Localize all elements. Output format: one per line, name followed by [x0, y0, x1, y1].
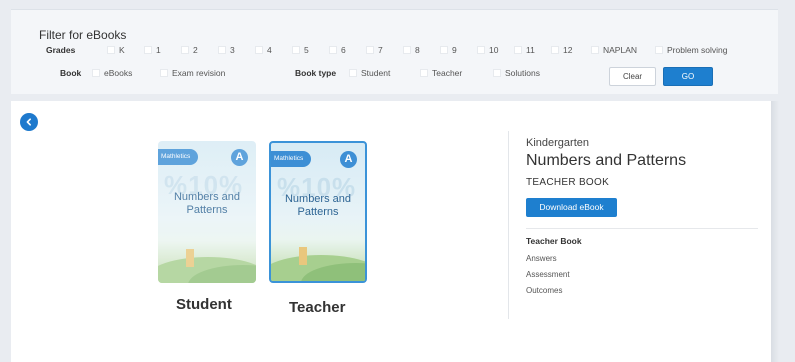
mathletics-logo: Mathletics	[271, 151, 311, 167]
grade-checkbox-problem-solving[interactable]: Problem solving	[655, 45, 727, 55]
grades-row: Grades K 1 2 3 4 5 6 7 8 9 10 11 12 NAPL…	[11, 45, 727, 55]
grade-checkbox-8[interactable]: 8	[403, 45, 440, 55]
grade-checkbox-9[interactable]: 9	[440, 45, 477, 55]
assessment-link[interactable]: Assessment	[526, 270, 570, 279]
grades-label: Grades	[46, 45, 76, 55]
back-button[interactable]	[20, 113, 38, 131]
outcomes-link[interactable]: Outcomes	[526, 286, 562, 295]
section-title: Teacher Book	[526, 236, 582, 246]
book-checkbox-ebooks[interactable]: eBooks	[92, 68, 160, 78]
grade-checkbox-5[interactable]: 5	[292, 45, 329, 55]
grade-checkbox-2[interactable]: 2	[181, 45, 218, 55]
answers-link[interactable]: Answers	[526, 254, 557, 263]
clear-button[interactable]: Clear	[609, 67, 656, 86]
panel-shadow	[771, 101, 779, 362]
filter-panel: Filter for eBooks Grades K 1 2 3 4 5 6 7…	[11, 9, 778, 94]
grade-checkbox-11[interactable]: 11	[514, 45, 551, 55]
book-type-checkbox-teacher[interactable]: Teacher	[420, 68, 493, 78]
grade-checkbox-1[interactable]: 1	[144, 45, 181, 55]
go-button[interactable]: GO	[663, 67, 713, 86]
filter-title: Filter for eBooks	[39, 28, 127, 42]
download-ebook-button[interactable]: Download eBook	[526, 198, 617, 217]
level-badge: A	[340, 151, 357, 168]
grade-checkbox-10[interactable]: 10	[477, 45, 514, 55]
cover-tower-illustration	[299, 247, 307, 265]
cover-title: Numbers and Patterns	[173, 191, 241, 216]
book-type: TEACHER BOOK	[526, 177, 610, 188]
grade-checkbox-naplan[interactable]: NAPLAN	[591, 45, 655, 55]
level-badge: A	[231, 149, 248, 166]
horizontal-divider	[526, 228, 758, 229]
book-grade: Kindergarten	[526, 137, 589, 149]
grade-checkbox-7[interactable]: 7	[366, 45, 403, 55]
book-type-label: Book type	[295, 68, 337, 78]
grade-checkbox-6[interactable]: 6	[329, 45, 366, 55]
content-panel	[11, 101, 771, 362]
book-title: Numbers and Patterns	[526, 152, 687, 169]
teacher-book-cover[interactable]: %10% Mathletics A Numbers and Patterns	[269, 141, 367, 283]
chevron-left-icon	[26, 118, 31, 126]
cover-tower-illustration	[186, 249, 194, 267]
cover-title: Numbers and Patterns	[284, 193, 352, 218]
book-checkbox-exam-revision[interactable]: Exam revision	[160, 68, 295, 78]
grade-checkbox-12[interactable]: 12	[551, 45, 591, 55]
book-row: Book eBooks Exam revision Book type Stud…	[11, 68, 540, 78]
mathletics-logo: Mathletics	[158, 149, 198, 165]
book-label: Book	[60, 68, 82, 78]
book-type-checkbox-solutions[interactable]: Solutions	[493, 68, 540, 78]
book-type-checkbox-student[interactable]: Student	[349, 68, 420, 78]
grade-checkbox-4[interactable]: 4	[255, 45, 292, 55]
student-book-label[interactable]: Student	[176, 296, 232, 313]
vertical-divider	[508, 131, 509, 319]
teacher-book-label[interactable]: Teacher	[289, 299, 345, 316]
grade-checkbox-3[interactable]: 3	[218, 45, 255, 55]
student-book-cover[interactable]: %10% Mathletics A Numbers and Patterns	[158, 141, 256, 283]
grade-checkbox-k[interactable]: K	[107, 45, 144, 55]
